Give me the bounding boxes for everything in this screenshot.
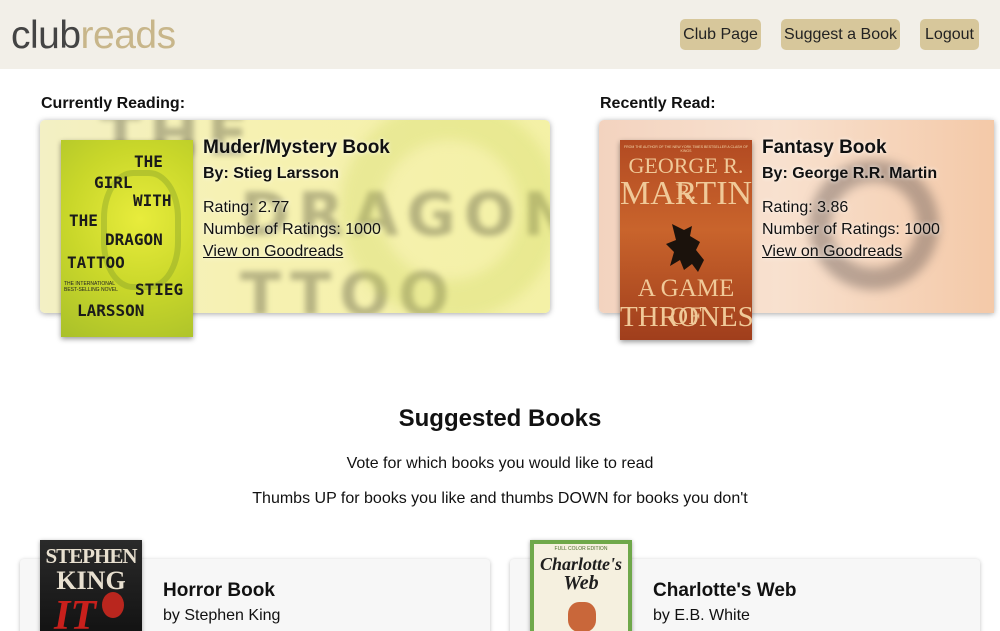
- suggested-book-title: Horror Book: [163, 580, 275, 601]
- suggested-instructions-2: Thumbs UP for books you like and thumbs …: [252, 490, 748, 507]
- current-book-author: By: Stieg Larsson: [203, 165, 340, 182]
- cover-text: LARSSON: [77, 301, 145, 320]
- logout-button[interactable]: Logout: [920, 19, 979, 50]
- cover-text: WITH: [133, 191, 172, 210]
- current-book-rating: Rating: 2.77: [203, 199, 290, 216]
- current-goodreads-link[interactable]: View on Goodreads: [203, 243, 390, 261]
- suggested-book-author: by E.B. White: [653, 607, 750, 624]
- app-logo[interactable]: clubreads: [11, 12, 176, 60]
- cover-text: IT: [54, 593, 96, 631]
- logo-club: club: [11, 14, 81, 57]
- suggested-book-title: Charlotte's Web: [653, 580, 797, 601]
- suggested-book-cover: STEPHEN KING IT: [40, 540, 142, 631]
- cover-small-text: FULL COLOR EDITION: [554, 546, 608, 552]
- recent-book-title: Fantasy Book: [762, 137, 887, 158]
- cover-text: MARTIN: [620, 175, 752, 212]
- cover-small-text: THE INTERNATIONAL BEST-SELLING NOVEL: [64, 281, 118, 293]
- cover-text: Web: [563, 572, 599, 594]
- current-book-num-ratings: Number of Ratings: 1000: [203, 221, 381, 238]
- wolf-sigil-icon: [664, 220, 710, 275]
- cover-text: THE: [69, 211, 98, 230]
- recent-book-info: Fantasy Book By: George R.R. Martin Rati…: [762, 137, 940, 261]
- recent-goodreads-link[interactable]: View on Goodreads: [762, 243, 940, 261]
- cover-text: GIRL: [94, 173, 133, 192]
- currently-reading-label: Currently Reading:: [41, 95, 186, 112]
- cover-small-text: FROM THE AUTHOR OF THE NEW YORK TIMES BE…: [623, 145, 749, 153]
- suggested-books-heading: Suggested Books: [398, 405, 602, 432]
- suggested-book-author: by Stephen King: [163, 607, 281, 624]
- girl-illustration-icon: [568, 602, 596, 631]
- logo-reads: reads: [80, 14, 177, 57]
- recently-read-label: Recently Read:: [600, 95, 716, 112]
- balloon-icon: [102, 592, 124, 618]
- current-book-info: Muder/Mystery Book By: Stieg Larsson Rat…: [203, 137, 390, 261]
- current-book-title: Muder/Mystery Book: [203, 137, 390, 158]
- recent-book-author: By: George R.R. Martin: [762, 165, 938, 182]
- current-book-cover: THE GIRL WITH THE DRAGON TATTOO THE INTE…: [61, 140, 193, 337]
- cover-text: THRONES: [620, 301, 752, 333]
- cover-text: STIEG: [135, 280, 184, 299]
- recent-book-cover: FROM THE AUTHOR OF THE NEW YORK TIMES BE…: [620, 140, 752, 340]
- recent-book-num-ratings: Number of Ratings: 1000: [762, 221, 940, 238]
- top-bar: clubreads Club Page Suggest a Book Logou…: [0, 0, 1000, 69]
- club-page-button[interactable]: Club Page: [680, 19, 761, 50]
- suggested-instructions-1: Vote for which books you would like to r…: [346, 455, 654, 472]
- cover-text: THE: [134, 152, 163, 171]
- cover-text: DRAGON: [105, 230, 163, 249]
- suggested-book-cover: FULL COLOR EDITION Charlotte's Web: [530, 540, 632, 631]
- cover-text: TATTOO: [67, 253, 125, 272]
- recent-book-rating: Rating: 3.86: [762, 199, 849, 216]
- suggest-book-button[interactable]: Suggest a Book: [781, 19, 900, 50]
